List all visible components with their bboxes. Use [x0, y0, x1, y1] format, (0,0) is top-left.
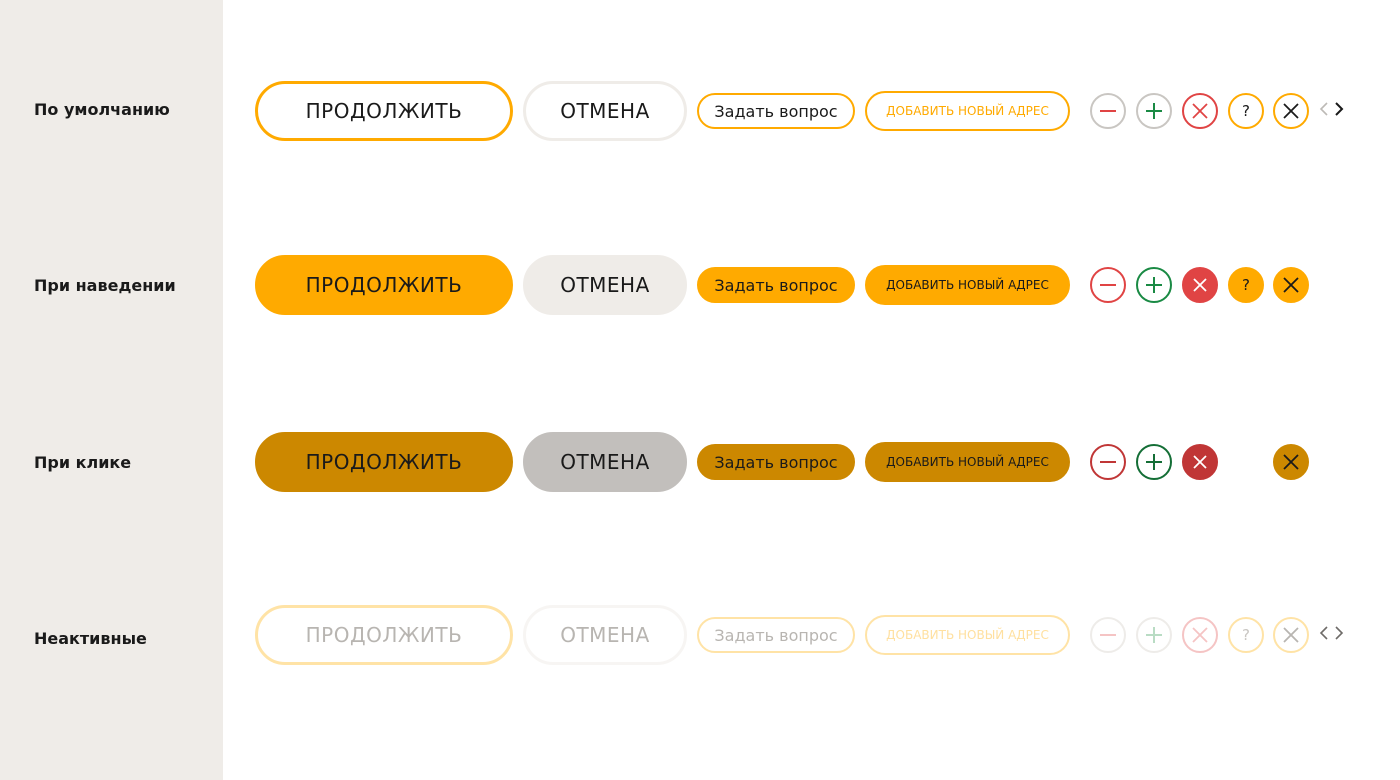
close-icon — [1191, 102, 1209, 120]
close-red-button-hover[interactable] — [1182, 267, 1218, 303]
help-button-hover[interactable]: ? — [1228, 267, 1264, 303]
prev-button-disabled — [1318, 625, 1330, 645]
question-icon: ? — [1237, 102, 1255, 120]
chevron-left-icon — [1319, 101, 1329, 121]
cancel-button-hover[interactable]: ОТМЕНА — [523, 255, 687, 315]
plus-button[interactable] — [1136, 93, 1172, 129]
chevron-right-icon — [1334, 625, 1344, 645]
cancel-button-pressed[interactable]: ОТМЕНА — [523, 432, 687, 492]
chevron-left-icon — [1319, 625, 1329, 645]
help-button-disabled: ? — [1228, 617, 1264, 653]
continue-button-hover[interactable]: ПРОДОЛЖИТЬ — [255, 255, 513, 315]
close-red-button-pressed[interactable] — [1182, 444, 1218, 480]
question-icon: ? — [1237, 626, 1255, 644]
cancel-button-disabled: ОТМЕНА — [523, 605, 687, 665]
plus-icon — [1145, 453, 1163, 471]
plus-icon — [1145, 102, 1163, 120]
state-label-disabled: Неактивные — [34, 629, 147, 648]
cancel-button[interactable]: ОТМЕНА — [523, 81, 687, 141]
svg-text:?: ? — [1242, 276, 1250, 294]
next-button-disabled — [1333, 625, 1345, 645]
add-address-button-hover[interactable]: ДОБАВИТЬ НОВЫЙ АДРЕС — [865, 265, 1070, 305]
minus-icon — [1099, 626, 1117, 644]
svg-text:?: ? — [1242, 102, 1250, 120]
close-red-button[interactable] — [1182, 93, 1218, 129]
state-label-default: По умолчанию — [34, 100, 170, 119]
minus-icon — [1099, 276, 1117, 294]
continue-button[interactable]: ПРОДОЛЖИТЬ — [255, 81, 513, 141]
ask-question-button[interactable]: Задать вопрос — [697, 93, 855, 129]
plus-button-pressed[interactable] — [1136, 444, 1172, 480]
close-icon — [1191, 626, 1209, 644]
prev-button[interactable] — [1318, 101, 1330, 121]
close-icon — [1191, 276, 1209, 294]
minus-button-pressed[interactable] — [1090, 444, 1126, 480]
ask-question-button-disabled: Задать вопрос — [697, 617, 855, 653]
close-orange-button[interactable] — [1273, 93, 1309, 129]
add-address-button-pressed[interactable]: ДОБАВИТЬ НОВЫЙ АДРЕС — [865, 442, 1070, 482]
close-icon — [1191, 453, 1209, 471]
plus-button-disabled — [1136, 617, 1172, 653]
question-icon: ? — [1237, 276, 1255, 294]
next-button[interactable] — [1333, 101, 1345, 121]
state-label-active: При клике — [34, 453, 132, 472]
close-icon — [1282, 453, 1300, 471]
close-icon — [1282, 276, 1300, 294]
minus-button-disabled — [1090, 617, 1126, 653]
add-address-button[interactable]: ДОБАВИТЬ НОВЫЙ АДРЕС — [865, 91, 1070, 131]
minus-icon — [1099, 453, 1117, 471]
minus-icon — [1099, 102, 1117, 120]
plus-button-hover[interactable] — [1136, 267, 1172, 303]
close-icon — [1282, 626, 1300, 644]
close-orange-button-pressed[interactable] — [1273, 444, 1309, 480]
ask-question-button-hover[interactable]: Задать вопрос — [697, 267, 855, 303]
chevron-right-icon — [1334, 101, 1344, 121]
ask-question-button-pressed[interactable]: Задать вопрос — [697, 444, 855, 480]
state-label-hover: При наведении — [34, 276, 176, 295]
close-red-button-disabled — [1182, 617, 1218, 653]
plus-icon — [1145, 626, 1163, 644]
continue-button-disabled: ПРОДОЛЖИТЬ — [255, 605, 513, 665]
plus-icon — [1145, 276, 1163, 294]
minus-button-hover[interactable] — [1090, 267, 1126, 303]
minus-button[interactable] — [1090, 93, 1126, 129]
svg-text:?: ? — [1242, 626, 1250, 644]
close-orange-button-hover[interactable] — [1273, 267, 1309, 303]
help-button[interactable]: ? — [1228, 93, 1264, 129]
close-orange-button-disabled — [1273, 617, 1309, 653]
continue-button-pressed[interactable]: ПРОДОЛЖИТЬ — [255, 432, 513, 492]
add-address-button-disabled: ДОБАВИТЬ НОВЫЙ АДРЕС — [865, 615, 1070, 655]
close-icon — [1282, 102, 1300, 120]
